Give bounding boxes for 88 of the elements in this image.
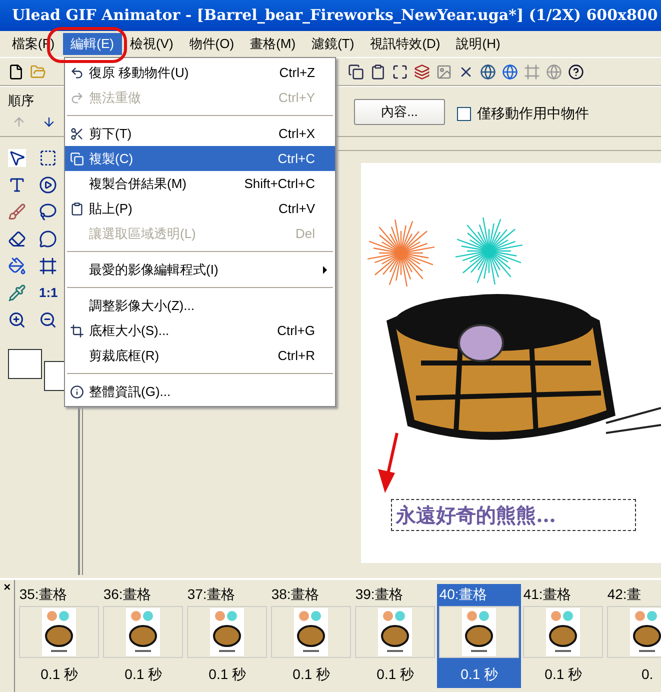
frame-thumbnail (294, 608, 328, 656)
menu-option-icon (70, 90, 84, 104)
menu-item[interactable]: 濾鏡(T) (304, 33, 362, 55)
frame-label: 40:畫格 (438, 585, 488, 604)
text-tool-icon[interactable] (8, 176, 26, 194)
frame-label: 42:畫 (606, 585, 642, 604)
frame-tile[interactable]: 38:畫格 0.1 秒 (269, 584, 354, 688)
paste-icon[interactable] (370, 64, 386, 80)
menu-item[interactable]: 物件(O) (181, 33, 242, 55)
frame-thumbnail (42, 608, 76, 656)
eraser-tool-icon[interactable] (8, 230, 26, 248)
frame-label: 37:畫格 (186, 585, 236, 604)
frame-label: 35:畫格 (18, 585, 68, 604)
menu-item[interactable]: 說明(H) (448, 33, 508, 55)
frame-delay: 0.1 秒 (208, 665, 248, 684)
globe-icon[interactable] (480, 64, 496, 80)
frame-delay: 0.1 秒 (460, 665, 500, 684)
new-file-icon[interactable] (8, 64, 24, 80)
eyedropper-icon[interactable] (8, 284, 26, 302)
menu-option[interactable]: 貼上(P) Ctrl+V (65, 196, 335, 221)
menu-option[interactable]: 整體資訊(G)... (65, 379, 335, 404)
close-button[interactable]: × (4, 580, 11, 594)
frame-delay: 0.1 秒 (544, 665, 584, 684)
animation-image[interactable]: 永遠好奇的熊熊… (361, 163, 661, 563)
menu-option-icon (70, 66, 84, 80)
menu-option[interactable]: 剪下(T) Ctrl+X (65, 121, 335, 146)
menu-item[interactable]: 檢視(V) (122, 33, 182, 55)
frame-tile[interactable]: 36:畫格 0.1 秒 (101, 584, 186, 688)
frame-delay: 0.1 秒 (292, 665, 332, 684)
checkbox-label: 僅移動作用中物件 (477, 104, 589, 123)
frame-delay: 0.1 秒 (40, 665, 80, 684)
frame-label: 36:畫格 (102, 585, 152, 604)
menu-option-icon (70, 126, 84, 140)
pointer-tool-icon[interactable] (8, 149, 26, 167)
play-circle-icon[interactable] (39, 176, 57, 194)
window-title: Ulead GIF Animator - [Barrel_bear_Fireworks_NewYear.uga*] (1/2X) 600x800 (12, 5, 658, 26)
frame-tile[interactable]: 41:畫格 0.1 秒 (521, 584, 606, 688)
frame-tile[interactable]: 35:畫格 0.1 秒 (17, 584, 102, 688)
menu-option-icon (70, 202, 84, 216)
frame-delay: 0.1 秒 (124, 665, 164, 684)
zoom-in-icon[interactable] (8, 311, 26, 329)
menu-option[interactable]: 剪裁底框(R) Ctrl+R (65, 343, 335, 368)
paint-bucket-icon[interactable] (8, 257, 26, 275)
frame-thumbnail (126, 608, 160, 656)
menu-option[interactable]: 調整影像大小(Z)... (65, 293, 335, 318)
frame-thumbnail (546, 608, 580, 656)
menu-option[interactable]: 複製(C) Ctrl+C (65, 146, 335, 171)
foreground-color-swatch[interactable] (8, 349, 42, 379)
help-icon[interactable] (568, 64, 584, 80)
layers-icon[interactable] (414, 64, 430, 80)
frame-tile[interactable]: 37:畫格 0.1 秒 (185, 584, 270, 688)
order-panel-title: 順序 (8, 92, 34, 110)
frame-tile[interactable]: 42:畫 0. (605, 584, 661, 688)
frame-thumbnail (210, 608, 244, 656)
menu-option-icon (70, 152, 84, 166)
frame-thumbnail (462, 608, 496, 656)
move-down-icon[interactable] (42, 114, 56, 128)
menu-option[interactable]: 最愛的影像編輯程式(I) (65, 257, 335, 282)
menu-option[interactable]: 復原 移動物件(U) Ctrl+Z (65, 60, 335, 85)
menu-option-icon (70, 384, 84, 398)
frame-label: 38:畫格 (270, 585, 320, 604)
image-icon[interactable] (436, 64, 452, 80)
frame-tile[interactable]: 39:畫格 0.1 秒 (353, 584, 438, 688)
properties-button[interactable]: 內容... (354, 99, 445, 125)
frame-thumbnail (630, 608, 661, 656)
copy-icon[interactable] (348, 64, 364, 80)
actual-size-tool[interactable]: 1:1 (39, 284, 62, 302)
brush-tool-icon[interactable] (8, 203, 26, 221)
frame-tile[interactable]: 40:畫格 0.1 秒 (437, 584, 522, 688)
frame-delay: 0.1 秒 (376, 665, 416, 684)
lasso-tool-icon[interactable] (39, 203, 57, 221)
frame-label: 41:畫格 (522, 585, 572, 604)
canvas-text-object[interactable]: 永遠好奇的熊熊… (391, 499, 636, 531)
annotation-arrow (378, 432, 398, 493)
selection-tool-icon[interactable] (39, 149, 57, 167)
checkbox[interactable] (457, 106, 471, 120)
firework-drawing (367, 219, 435, 287)
firework-drawing (455, 217, 523, 285)
menu-item[interactable]: 畫格(M) (242, 33, 304, 55)
menu-item[interactable]: 視訊特效(D) (362, 33, 448, 55)
menu-option[interactable]: 底框大小(S)... Ctrl+G (65, 318, 335, 343)
menu-item[interactable]: 編輯(E) (62, 33, 122, 55)
frame-label: 39:畫格 (354, 585, 404, 604)
menu-option-icon (70, 324, 84, 338)
zoom-out-icon[interactable] (39, 311, 57, 329)
menu-option[interactable]: 複製合併結果(M) Shift+Ctrl+C (65, 171, 335, 196)
frame-thumbnail (378, 608, 412, 656)
frame-delay: 0. (640, 665, 654, 684)
